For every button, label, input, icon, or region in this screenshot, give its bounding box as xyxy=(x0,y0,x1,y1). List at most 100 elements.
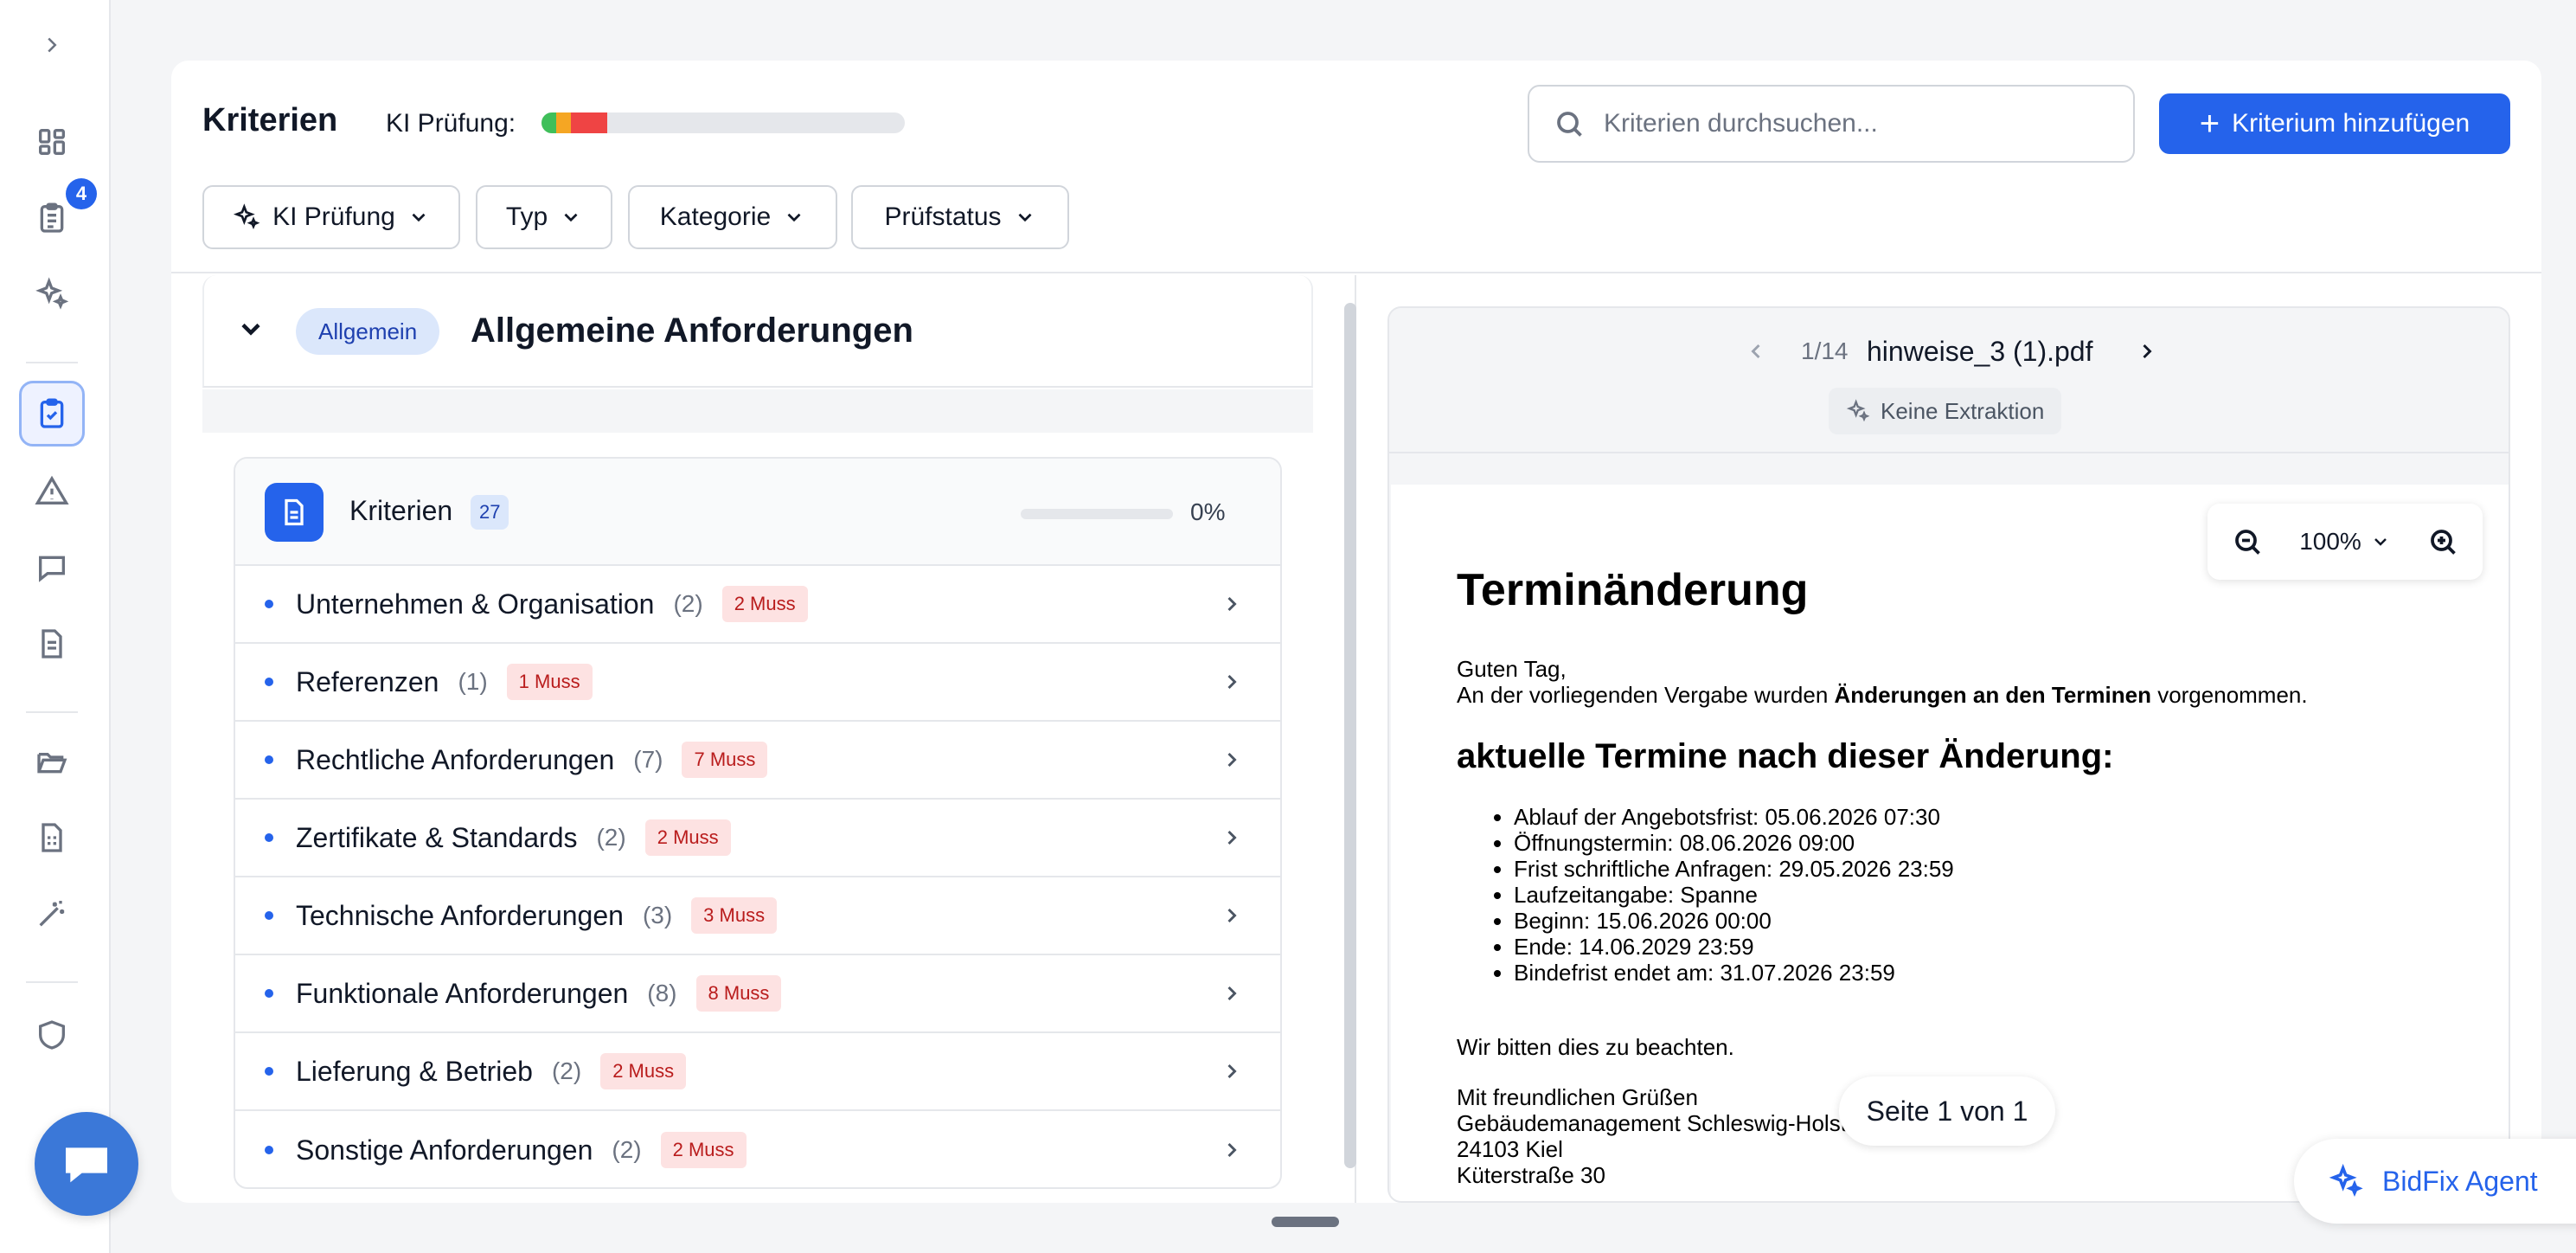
muss-badge: 2 Muss xyxy=(644,819,731,856)
criteria-row[interactable]: Referenzen (1) 1 Muss xyxy=(235,644,1280,722)
criteria-row-count: (2) xyxy=(596,824,626,851)
bullet-dot xyxy=(265,600,273,608)
criteria-row[interactable]: Technische Anforderungen (3) 3 Muss xyxy=(235,877,1280,955)
sidebar-separator xyxy=(26,711,78,713)
document-list-item: Bindefrist endet am: 31.07.2026 23:59 xyxy=(1514,960,2425,986)
document-list-item: Ablauf der Angebotsfrist: 05.06.2026 07:… xyxy=(1514,804,2425,830)
zoom-in-icon[interactable] xyxy=(2427,526,2458,557)
chevron-left-icon[interactable] xyxy=(1744,339,1768,363)
filter-label: KI Prüfung xyxy=(272,202,395,231)
document-intro: An der vorliegenden Vergabe wurden Änder… xyxy=(1457,682,2308,708)
add-criterion-button[interactable]: + Kriterium hinzufügen xyxy=(2159,93,2510,154)
criteria-row[interactable]: Zertifikate & Standards (2) 2 Muss xyxy=(235,800,1280,877)
criteria-panel: Allgemein Allgemeine Anforderungen Krite… xyxy=(202,275,1313,1203)
sparkles-icon xyxy=(1846,399,1870,422)
criteria-row-count: (7) xyxy=(633,746,663,773)
criteria-row[interactable]: Sonstige Anforderungen (2) 2 Muss xyxy=(235,1111,1280,1187)
magic-wand-icon[interactable] xyxy=(19,881,85,947)
ki-progress-segment-green xyxy=(541,112,556,133)
document-greeting: Guten Tag, xyxy=(1457,656,1567,682)
sparkles-icon[interactable] xyxy=(19,261,85,327)
criteria-progress-percent: 0% xyxy=(1190,498,1226,525)
search-box[interactable] xyxy=(1528,85,2135,163)
shield-icon[interactable] xyxy=(19,1002,85,1068)
page-indicator: 1/14 xyxy=(1801,337,1849,364)
criteria-row-count: (2) xyxy=(551,1057,582,1084)
ki-progress-segment-red xyxy=(570,112,607,133)
filter-kategorie[interactable]: Kategorie xyxy=(628,185,837,249)
plus-icon: + xyxy=(2199,105,2220,143)
bullet-dot xyxy=(265,911,273,920)
criteria-row[interactable]: Unternehmen & Organisation (2) 2 Muss xyxy=(235,566,1280,644)
criteria-row-label: Zertifikate & Standards xyxy=(296,821,578,853)
ki-pruefung-label: KI Prüfung: xyxy=(386,109,516,138)
sidebar: 4 xyxy=(0,0,111,1253)
warning-icon[interactable] xyxy=(19,459,85,524)
chevron-down-icon xyxy=(2374,538,2387,546)
clipboard-check-icon[interactable] xyxy=(19,381,85,447)
chevron-down-icon xyxy=(564,213,578,222)
chevron-down-icon[interactable] xyxy=(235,313,266,344)
criteria-row-count: (2) xyxy=(673,590,703,617)
scrollbar[interactable] xyxy=(1344,303,1356,1168)
zoom-value: 100% xyxy=(2299,528,2361,555)
filter-label: Typ xyxy=(505,202,548,231)
criteria-row-label: Referenzen xyxy=(296,665,439,697)
section-header[interactable]: Allgemein Allgemeine Anforderungen xyxy=(202,275,1313,388)
bidfix-agent-button[interactable]: BidFix Agent xyxy=(2294,1139,2576,1224)
section-tag: Allgemein xyxy=(296,308,440,355)
dashboard-icon[interactable] xyxy=(19,109,85,175)
bullet-dot xyxy=(265,833,273,842)
sidebar-separator xyxy=(26,362,78,363)
criteria-row[interactable]: Lieferung & Betrieb (2) 2 Muss xyxy=(235,1033,1280,1111)
chevron-right-icon xyxy=(1227,752,1237,768)
search-input[interactable] xyxy=(1604,109,2123,138)
viewer-header: 1/14 hinweise_3 (1).pdf Keine Extraktion xyxy=(1389,308,2509,453)
chevron-down-icon xyxy=(1018,213,1031,222)
chevron-right-icon xyxy=(1227,674,1237,690)
muss-badge: 2 Muss xyxy=(660,1132,747,1168)
ki-pruefung-progress xyxy=(541,112,905,133)
document-list-item: Laufzeitangabe: Spanne xyxy=(1514,882,2425,908)
filter-pruefstatus[interactable]: Prüfstatus xyxy=(851,185,1069,249)
spreadsheet-icon[interactable] xyxy=(19,805,85,871)
main-card: Kriterien KI Prüfung: + Kriterium hinzuf… xyxy=(171,61,2541,1203)
chevron-down-icon xyxy=(412,213,426,222)
bullet-dot xyxy=(265,1146,273,1154)
chevron-right-icon xyxy=(1227,986,1237,1001)
criteria-row-count: (2) xyxy=(612,1136,642,1163)
page-title: Kriterien xyxy=(202,102,338,138)
criteria-title: Kriterien xyxy=(349,495,453,526)
criteria-row-label: Funktionale Anforderungen xyxy=(296,977,629,1009)
criteria-row[interactable]: Funktionale Anforderungen (8) 8 Muss xyxy=(235,955,1280,1033)
document-list-item: Öffnungstermin: 08.06.2026 09:00 xyxy=(1514,830,2425,856)
message-icon[interactable] xyxy=(19,535,85,601)
criteria-list-header: Kriterien 27 0% xyxy=(235,459,1280,566)
chevron-right-icon xyxy=(1227,908,1237,923)
chat-widget-button[interactable] xyxy=(35,1112,138,1216)
zoom-select[interactable]: 100% xyxy=(2299,528,2391,556)
section-spacer xyxy=(202,389,1313,433)
criteria-row-count: (3) xyxy=(642,902,673,929)
document-icon[interactable] xyxy=(19,611,85,677)
muss-badge: 1 Muss xyxy=(506,664,593,700)
criteria-row[interactable]: Rechtliche Anforderungen (7) 7 Muss xyxy=(235,722,1280,800)
pdf-viewer: 1/14 hinweise_3 (1).pdf Keine Extraktion… xyxy=(1387,306,2510,1203)
resize-handle[interactable] xyxy=(1272,1217,1339,1227)
document-street: Küterstraße 30 xyxy=(1457,1162,1605,1188)
chevron-right-icon[interactable] xyxy=(19,12,85,78)
zoom-out-icon[interactable] xyxy=(2232,526,2263,557)
folder-open-icon[interactable] xyxy=(19,729,85,794)
add-criterion-label: Kriterium hinzufügen xyxy=(2232,109,2470,138)
document-title: Terminänderung xyxy=(1457,565,1809,615)
criteria-row-label: Lieferung & Betrieb xyxy=(296,1055,533,1087)
document-subheading: aktuelle Termine nach dieser Änderung: xyxy=(1457,737,2114,775)
filter-ki-pruefung[interactable]: KI Prüfung xyxy=(202,185,460,249)
document-list-item: Ende: 14.06.2029 23:59 xyxy=(1514,934,2425,960)
chevron-right-icon[interactable] xyxy=(2135,339,2159,363)
criteria-progress-bar xyxy=(1021,509,1173,519)
criteria-row-label: Sonstige Anforderungen xyxy=(296,1134,593,1166)
bullet-dot xyxy=(265,989,273,998)
sparkles-icon xyxy=(234,203,260,230)
filter-typ[interactable]: Typ xyxy=(476,185,612,249)
